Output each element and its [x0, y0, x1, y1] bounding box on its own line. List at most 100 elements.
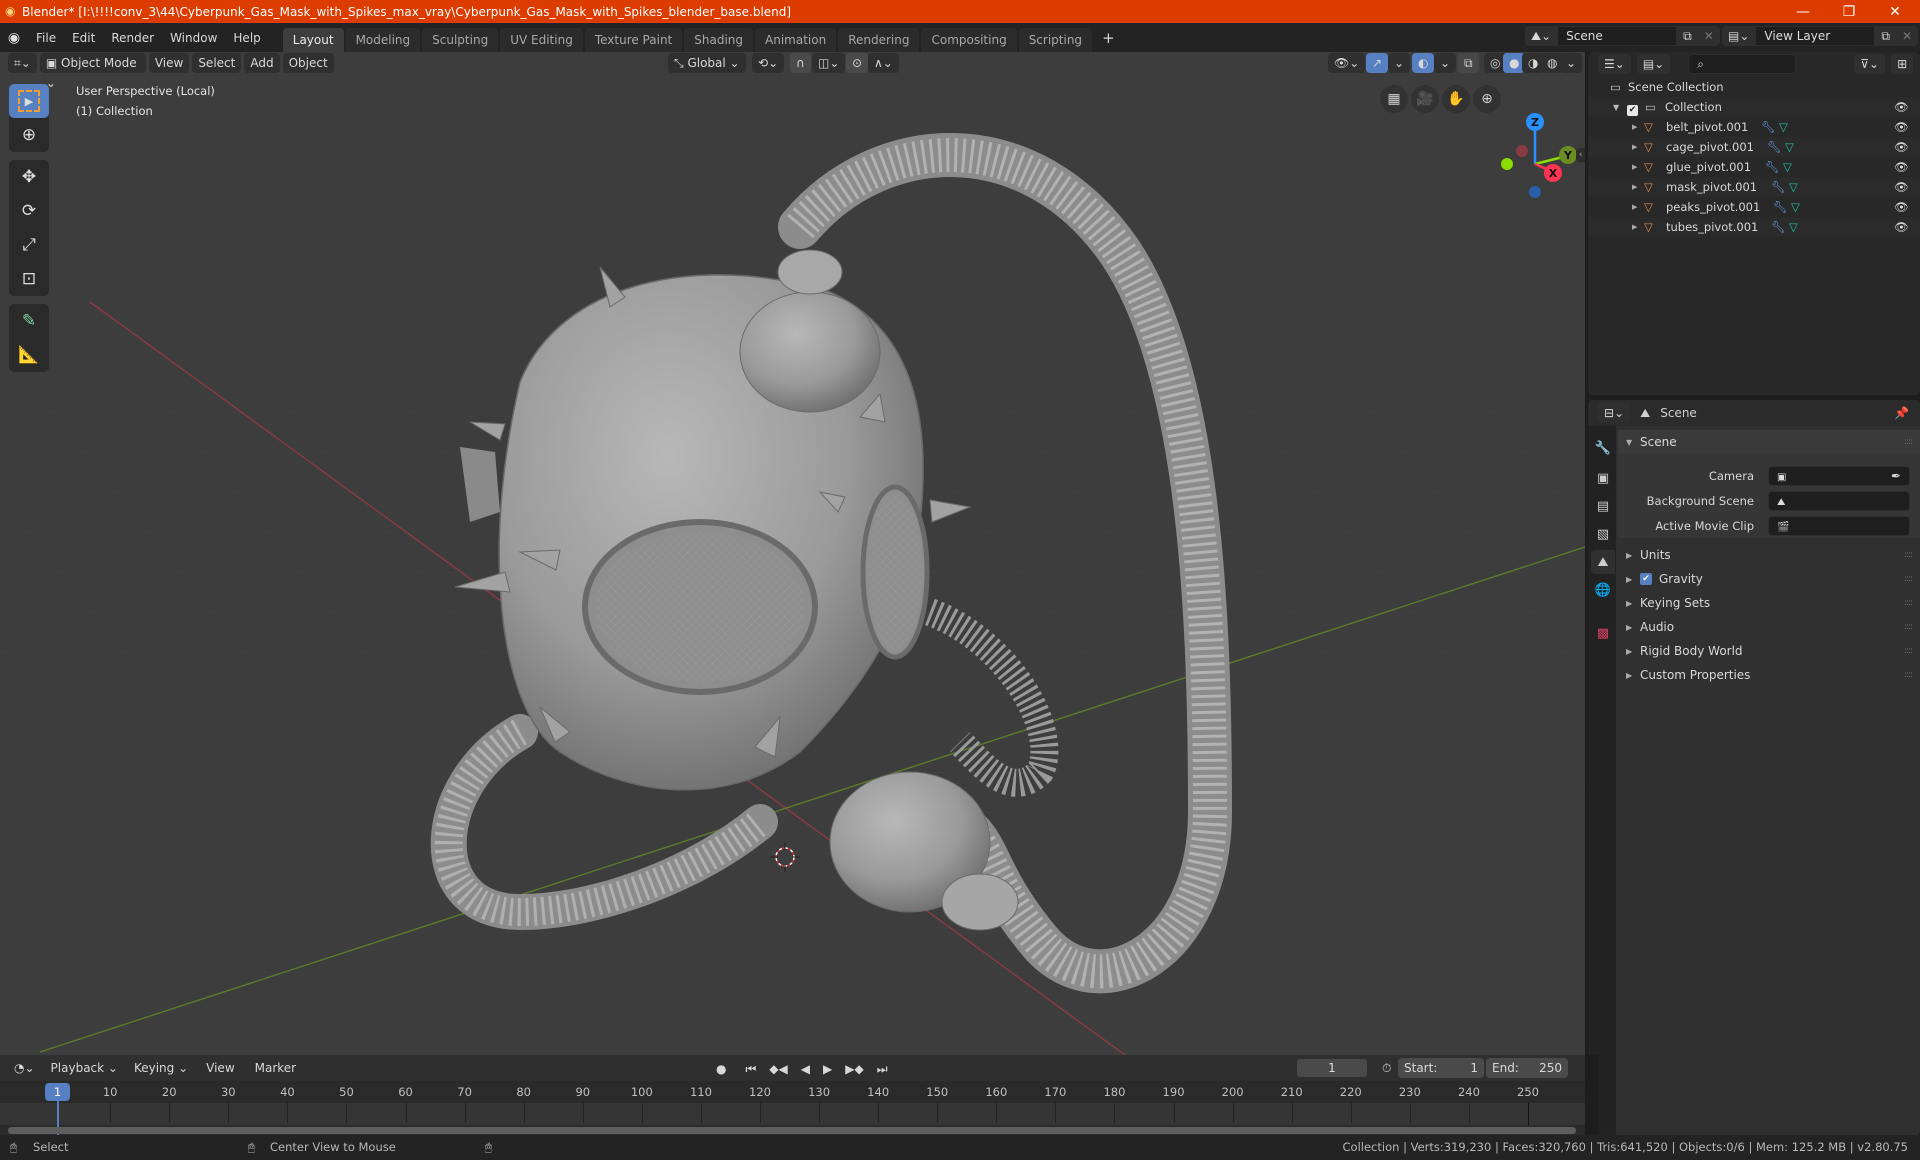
new-scene-icon[interactable]: ⧉: [1677, 26, 1698, 46]
outliner-row-object[interactable]: ▶ ▽ tubes_pivot.001 🔧︎ ▽ 👁: [1588, 217, 1920, 237]
drag-handle-icon[interactable]: ::::: [1904, 622, 1913, 632]
outliner-row-object[interactable]: ▶ ▽ peaks_pivot.001 🔧︎ ▽ 👁: [1588, 197, 1920, 217]
modifier-wrench-icon[interactable]: 🔧︎: [1765, 160, 1783, 174]
outliner-editor-type-button[interactable]: ☰⌄: [1598, 54, 1631, 74]
workspace-tab-scripting[interactable]: Scripting: [1018, 27, 1093, 52]
drag-handle-icon[interactable]: ::::: [1904, 670, 1913, 680]
shading-dropdown[interactable]: ⌄: [1560, 53, 1583, 73]
workspace-tab-animation[interactable]: Animation: [755, 27, 837, 52]
expand-object-toggle[interactable]: ▶: [1632, 143, 1644, 151]
menu-render[interactable]: Render: [103, 27, 162, 49]
drag-handle-icon[interactable]: ::::: [1904, 574, 1913, 584]
new-collection-button[interactable]: ⊞: [1891, 54, 1914, 74]
expand-collection-toggle[interactable]: ▼: [1613, 103, 1627, 112]
outliner-row-object[interactable]: ▶ ▽ glue_pivot.001 🔧︎ ▽ 👁: [1588, 157, 1920, 177]
field-input-active-movie-clip[interactable]: 🎬: [1768, 516, 1910, 536]
navigation-gizmo[interactable]: Z Y X: [1495, 80, 1585, 220]
timeline-scrollbar[interactable]: [8, 1127, 1576, 1134]
drag-handle-icon[interactable]: ::::: [1904, 646, 1913, 656]
tab-world[interactable]: 🌐: [1591, 578, 1615, 602]
move-tool[interactable]: ✥: [9, 160, 49, 194]
keyframe-area[interactable]: [0, 1103, 1585, 1125]
xray-toggle[interactable]: ⧉: [1458, 53, 1479, 73]
rotate-tool[interactable]: ⟳: [9, 194, 49, 228]
outliner-row-scene-collection[interactable]: ▭ Scene Collection: [1588, 77, 1920, 97]
transform-orientation-dropdown[interactable]: ⤡ Global ⌄: [668, 53, 746, 73]
panel-gravity[interactable]: ▶ ✔ Gravity::::: [1618, 567, 1920, 591]
end-frame-field[interactable]: End: 250: [1486, 1058, 1568, 1078]
workspace-tab-sculpting[interactable]: Sculpting: [422, 27, 499, 52]
new-view-layer-icon[interactable]: ⧉: [1875, 26, 1896, 46]
close-button[interactable]: ✕: [1872, 0, 1918, 23]
proportional-edit-toggle[interactable]: ⊙: [846, 53, 869, 73]
panel-custom-properties[interactable]: ▶ Custom Properties::::: [1618, 663, 1920, 687]
workspace-tab-texture-paint[interactable]: Texture Paint: [584, 27, 683, 52]
gravity-checkbox[interactable]: ✔: [1640, 573, 1652, 585]
modifier-wrench-icon[interactable]: 🔧︎: [1773, 200, 1791, 214]
overlays-toggle[interactable]: ◐: [1412, 53, 1435, 73]
scene-name-field[interactable]: Scene: [1557, 26, 1678, 46]
outliner-row-object[interactable]: ▶ ▽ mask_pivot.001 🔧︎ ▽ 👁: [1588, 177, 1920, 197]
play-reverse-button[interactable]: ◀: [794, 1059, 816, 1079]
current-frame-field[interactable]: 1: [1296, 1058, 1368, 1078]
next-keyframe-button[interactable]: ▶◆: [839, 1059, 870, 1079]
select-box-tool[interactable]: ▶: [9, 84, 49, 118]
menu-window[interactable]: Window: [162, 27, 225, 49]
expand-object-toggle[interactable]: ▶: [1632, 183, 1644, 191]
jump-start-button[interactable]: ⏮: [739, 1059, 763, 1079]
playhead-frame-indicator[interactable]: 1: [45, 1083, 70, 1101]
visibility-selectability-dropdown[interactable]: 👁⌄: [1328, 53, 1366, 73]
panel-scene-header[interactable]: ▼ Scene ::::: [1618, 430, 1920, 454]
mesh-data-icon[interactable]: ▽: [1789, 180, 1798, 194]
workspace-tab-rendering[interactable]: Rendering: [838, 27, 920, 52]
mesh-data-icon[interactable]: ▽: [1779, 120, 1788, 134]
play-button[interactable]: ▶: [817, 1059, 839, 1079]
drag-handle-icon[interactable]: ::::: [1904, 598, 1913, 608]
expand-object-toggle[interactable]: ▶: [1632, 203, 1644, 211]
collection-checkbox[interactable]: ✔: [1627, 101, 1645, 116]
start-frame-field[interactable]: Start: 1: [1398, 1058, 1484, 1078]
snap-target-dropdown[interactable]: ◫⌄: [812, 53, 846, 73]
measure-tool[interactable]: 📐: [9, 338, 49, 372]
field-input-background-scene[interactable]: ⛰: [1768, 491, 1910, 511]
expand-object-toggle[interactable]: ▶: [1632, 163, 1644, 171]
visibility-eye-icon[interactable]: 👁: [1894, 200, 1909, 214]
modifier-wrench-icon[interactable]: 🔧︎: [1761, 120, 1779, 134]
visibility-eye-icon[interactable]: 👁: [1894, 220, 1909, 234]
editor-type-button[interactable]: ⌗⌄: [8, 53, 37, 73]
view-layer-name-field[interactable]: View Layer: [1755, 26, 1876, 46]
timeline-menu-marker[interactable]: Marker: [247, 1057, 304, 1079]
tab-texture[interactable]: ▩: [1591, 621, 1615, 645]
timeline-menu-view[interactable]: View: [198, 1057, 242, 1079]
maximize-button[interactable]: ❐: [1826, 0, 1872, 23]
viewport-menu-object[interactable]: Object: [282, 53, 334, 73]
tab-tool[interactable]: 🔧: [1591, 436, 1615, 460]
workspace-tab-modeling[interactable]: Modeling: [345, 27, 421, 52]
drag-handle-icon[interactable]: ::::: [1904, 437, 1913, 447]
keying-dropdown[interactable]: Keying ⌄: [127, 1058, 195, 1078]
eyedropper-icon[interactable]: ✒: [1891, 467, 1901, 485]
outliner-row-object[interactable]: ▶ ▽ cage_pivot.001 🔧︎ ▽ 👁: [1588, 137, 1920, 157]
properties-editor-type-button[interactable]: ⊟⌄: [1598, 403, 1631, 423]
gizmo-toggle[interactable]: ↗: [1366, 53, 1389, 73]
filter-dropdown[interactable]: ⊽⌄: [1854, 54, 1886, 74]
workspace-tab-compositing[interactable]: Compositing: [921, 27, 1017, 52]
outliner-row-object[interactable]: ▶ ▽ belt_pivot.001 🔧︎ ▽ 👁: [1588, 117, 1920, 137]
gizmo-neg-y-handle[interactable]: [1501, 158, 1513, 170]
playback-dropdown[interactable]: Playback ⌄: [44, 1058, 124, 1078]
mesh-data-icon[interactable]: ▽: [1789, 220, 1798, 234]
expand-object-toggle[interactable]: ▶: [1632, 123, 1644, 131]
auto-keying-toggle[interactable]: ●: [710, 1059, 733, 1079]
modifier-wrench-icon[interactable]: 🔧︎: [1767, 140, 1785, 154]
mesh-data-icon[interactable]: ▽: [1791, 200, 1800, 214]
expand-object-toggle[interactable]: ▶: [1632, 223, 1644, 231]
workspace-tab-uv-editing[interactable]: UV Editing: [500, 27, 583, 52]
viewport-menu-view[interactable]: View: [148, 53, 190, 73]
delete-scene-icon[interactable]: ✕: [1697, 26, 1720, 46]
menu-help[interactable]: Help: [225, 27, 268, 49]
visibility-eye-icon[interactable]: 👁: [1894, 140, 1909, 154]
viewport-menu-add[interactable]: Add: [244, 53, 280, 73]
outliner-search-input[interactable]: ⌕: [1688, 54, 1797, 74]
scene-browse-icon[interactable]: ⛰⌄: [1525, 26, 1558, 46]
viewport-menu-select[interactable]: Select: [192, 53, 242, 73]
